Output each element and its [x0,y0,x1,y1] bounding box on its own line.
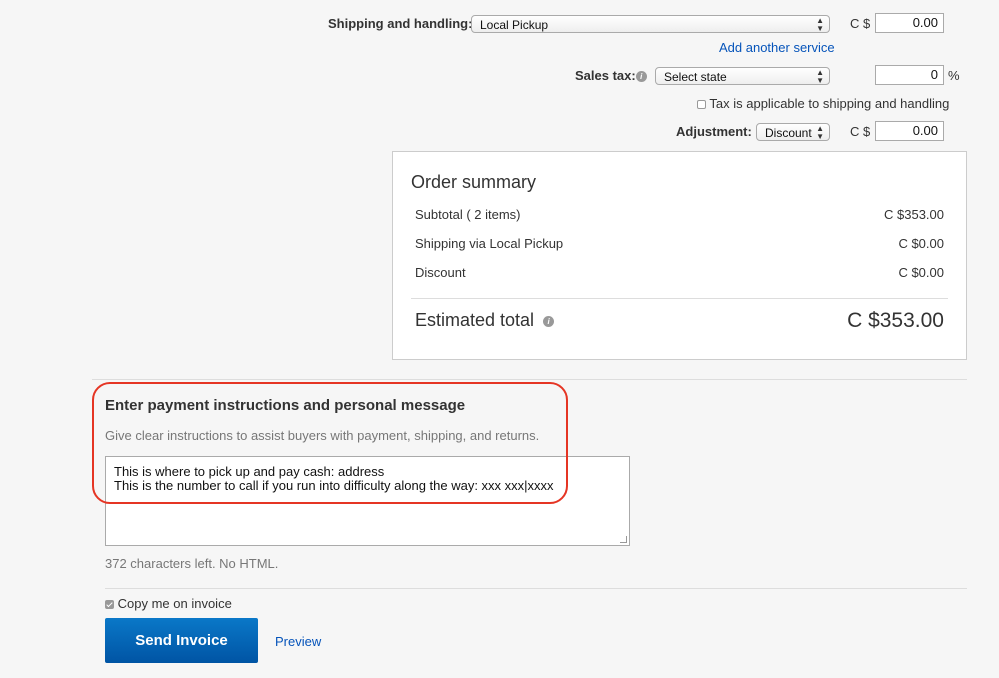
info-icon[interactable]: i [635,71,647,83]
message-helper-text: Give clear instructions to assist buyers… [105,428,540,443]
select-arrows-icon: ▲ ▼ [816,16,824,33]
percent-sign: % [948,68,960,83]
sales-tax-label: Sales tax: i [575,68,647,83]
summary-row-discount: Discount C $0.00 [415,265,944,280]
message-text: This is where to pick up and pay cash: a… [114,464,554,493]
summary-row-value: C $0.00 [898,265,944,280]
summary-row-value: C $353.00 [884,207,944,222]
adjustment-amount-input[interactable]: 0.00 [875,121,944,141]
adjustment-type-select[interactable]: Discount ▲ ▼ [756,123,830,141]
sales-tax-label-text: Sales tax: [575,68,636,83]
copy-me-row[interactable]: Copy me on invoice [105,596,232,611]
shipping-service-value: Local Pickup [480,18,549,32]
tax-shipping-checkbox-row[interactable]: Tax is applicable to shipping and handli… [697,96,949,111]
select-arrows-icon: ▲ ▼ [816,124,824,141]
summary-row-label: Subtotal ( 2 items) [415,207,521,222]
summary-divider [411,298,948,299]
sales-tax-state-select[interactable]: Select state ▲ ▼ [655,67,830,85]
send-invoice-button[interactable]: Send Invoice [105,618,258,663]
select-arrows-icon: ▲ ▼ [816,68,824,85]
order-summary-title: Order summary [411,172,537,192]
adjustment-label: Adjustment: [676,124,752,139]
section-divider [92,379,967,380]
summary-row-subtotal: Subtotal ( 2 items) C $353.00 [415,207,944,222]
section-divider [105,588,967,589]
estimated-total-value: C $353.00 [847,309,944,332]
summary-total-row: Estimated total i C $353.00 [415,309,944,332]
sales-tax-state-value: Select state [664,70,727,84]
shipping-currency: C $ [850,16,871,31]
adjustment-type-value: Discount [765,126,812,140]
summary-row-label: Discount [415,265,466,280]
summary-row-label: Shipping via Local Pickup [415,236,564,251]
add-another-service-link[interactable]: Add another service [719,40,835,55]
copy-me-checkbox[interactable] [105,600,114,610]
summary-row-value: C $0.00 [898,236,944,251]
shipping-label: Shipping and handling: [328,16,473,31]
estimated-total-label: Estimated total [415,310,535,330]
message-heading: Enter payment instructions and personal … [105,397,466,414]
copy-me-label: Copy me on invoice [117,596,232,611]
shipping-service-select[interactable]: Local Pickup ▲ ▼ [471,15,830,33]
chars-left-text: 372 characters left. No HTML. [105,556,279,571]
tax-shipping-checkbox[interactable] [697,100,706,110]
message-textarea[interactable]: This is where to pick up and pay cash: a… [105,456,630,546]
summary-row-shipping: Shipping via Local Pickup C $0.00 [415,236,944,251]
tax-shipping-label: Tax is applicable to shipping and handli… [709,96,950,111]
order-summary-panel: Order summary Subtotal ( 2 items) C $353… [392,151,967,360]
shipping-amount-input[interactable]: 0.00 [875,13,944,33]
adjustment-currency: C $ [850,124,871,139]
resize-grip-icon[interactable] [620,536,627,543]
sales-tax-rate-input[interactable]: 0 [875,65,944,85]
preview-link[interactable]: Preview [275,634,321,649]
info-icon[interactable]: i [543,315,555,327]
